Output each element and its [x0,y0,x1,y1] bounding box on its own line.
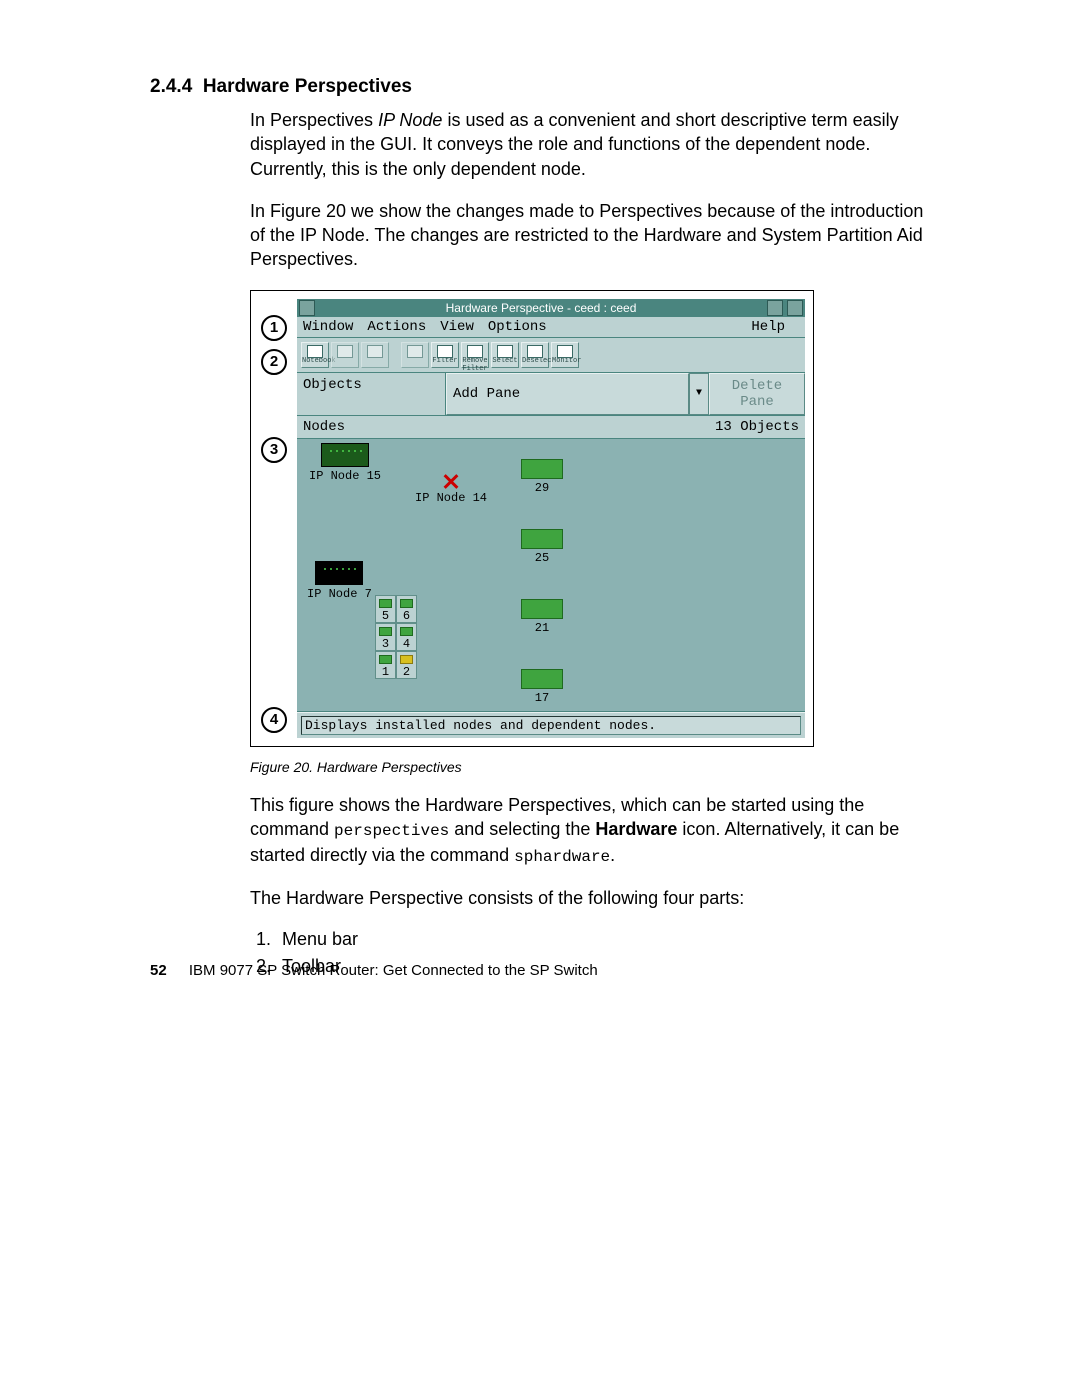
paragraph-1: In Perspectives IP Node is used as a con… [150,108,930,181]
status-bar-icon [379,655,392,664]
menu-view[interactable]: View [440,319,474,335]
callout-4: 4 [261,707,287,733]
node-29[interactable]: 29 [521,459,563,495]
node-label: IP Node 7 [307,587,372,601]
toolbar: Notebook Filter Remove Filter Select Des… [297,338,805,373]
deselect-icon [527,345,543,358]
filter-icon [437,345,453,358]
nodes-header: Nodes 13 Objects [297,416,805,439]
callout-2: 2 [261,349,287,375]
node-21[interactable]: 21 [521,599,563,635]
toolbar-icon [367,345,383,358]
slot-1[interactable]: 1 [375,651,396,679]
add-pane-dropdown[interactable]: Add Pane [446,373,689,415]
tb-deselect[interactable]: Deselect [521,342,549,368]
objects-row: Objects Add Pane ▼ Delete Pane [297,373,805,416]
tb-btn-4[interactable] [401,342,429,368]
notebook-icon [307,345,323,358]
section-title: Hardware Perspectives [203,76,412,97]
toolbar-icon [407,345,423,358]
monitor-icon [557,345,573,358]
window-titlebar[interactable]: Hardware Perspective - ceed : ceed [297,299,805,317]
node-icon [521,459,563,479]
callout-3: 3 [261,437,287,463]
node-label: IP Node 14 [415,491,487,505]
footer-text: IBM 9077 SP Switch Router: Get Connected… [189,962,598,979]
menu-options[interactable]: Options [488,319,547,335]
status-bar-icon [379,627,392,636]
callout-1: 1 [261,315,287,341]
tb-notebook[interactable]: Notebook [301,342,329,368]
page-footer: 52 IBM 9077 SP Switch Router: Get Connec… [150,962,598,979]
hardware-perspective-window: Hardware Perspective - ceed : ceed Windo… [297,299,805,738]
menu-help[interactable]: Help [751,319,785,335]
select-icon [497,345,513,358]
right-node-column: 29 25 21 17 [521,459,563,739]
nodes-label: Nodes [303,419,715,435]
node-ip-15[interactable]: IP Node 15 [309,443,381,483]
slot-3[interactable]: 3 [375,623,396,651]
menu-actions[interactable]: Actions [367,319,426,335]
delete-pane-button[interactable]: Delete Pane [709,373,805,415]
nodes-pane[interactable]: IP Node 15 IP Node 14 IP Node 7 5 6 [297,439,805,712]
slot-5[interactable]: 5 [375,595,396,623]
node-25[interactable]: 25 [521,529,563,565]
slot-4[interactable]: 4 [396,623,417,651]
page-number: 52 [150,962,167,979]
list-item: Menu bar [276,929,930,950]
node-17[interactable]: 17 [521,669,563,705]
slot-6[interactable]: 6 [396,595,417,623]
status-bar-icon [400,655,413,664]
slot-2[interactable]: 2 [396,651,417,679]
objects-label: Objects [297,373,446,415]
status-bar-icon [400,627,413,636]
status-bar-icon [379,599,392,608]
node-ip-7[interactable]: IP Node 7 [307,561,372,601]
tb-remove-filter[interactable]: Remove Filter [461,342,489,368]
remove-filter-icon [467,345,483,358]
error-icon [442,471,460,489]
node-icon [521,529,563,549]
status-bar-icon [400,599,413,608]
paragraph-2: In Figure 20 we show the changes made to… [150,199,930,272]
paragraph-4: The Hardware Perspective consists of the… [150,886,930,910]
window-title: Hardware Perspective - ceed : ceed [317,301,765,315]
node-icon [521,599,563,619]
slot-stack: 5 6 3 4 1 2 [375,595,417,679]
tb-btn-3[interactable] [361,342,389,368]
node-ip-14[interactable]: IP Node 14 [415,471,487,505]
maximize-icon[interactable] [787,300,803,316]
figure-20: 1 2 3 4 Hardware Perspective - ceed : ce… [250,290,814,747]
node-icon [315,561,363,585]
toolbar-icon [337,345,353,358]
node-icon [321,443,369,467]
tb-monitor[interactable]: Monitor [551,342,579,368]
object-count: 13 Objects [715,419,799,435]
node-icon [521,669,563,689]
window-menu-icon[interactable] [299,300,315,316]
node-label: IP Node 15 [309,469,381,483]
tb-btn-2[interactable] [331,342,359,368]
minimize-icon[interactable] [767,300,783,316]
section-heading: 2.4.4 Hardware Perspectives [150,76,930,98]
menu-window[interactable]: Window [303,319,353,335]
menu-bar: Window Actions View Options Help [297,317,805,338]
tb-filter[interactable]: Filter [431,342,459,368]
paragraph-3: This figure shows the Hardware Perspecti… [150,793,930,868]
tb-select[interactable]: Select [491,342,519,368]
figure-caption: Figure 20. Hardware Perspectives [150,759,930,775]
section-number: 2.4.4 [150,76,192,97]
dropdown-arrow-icon[interactable]: ▼ [689,373,709,415]
